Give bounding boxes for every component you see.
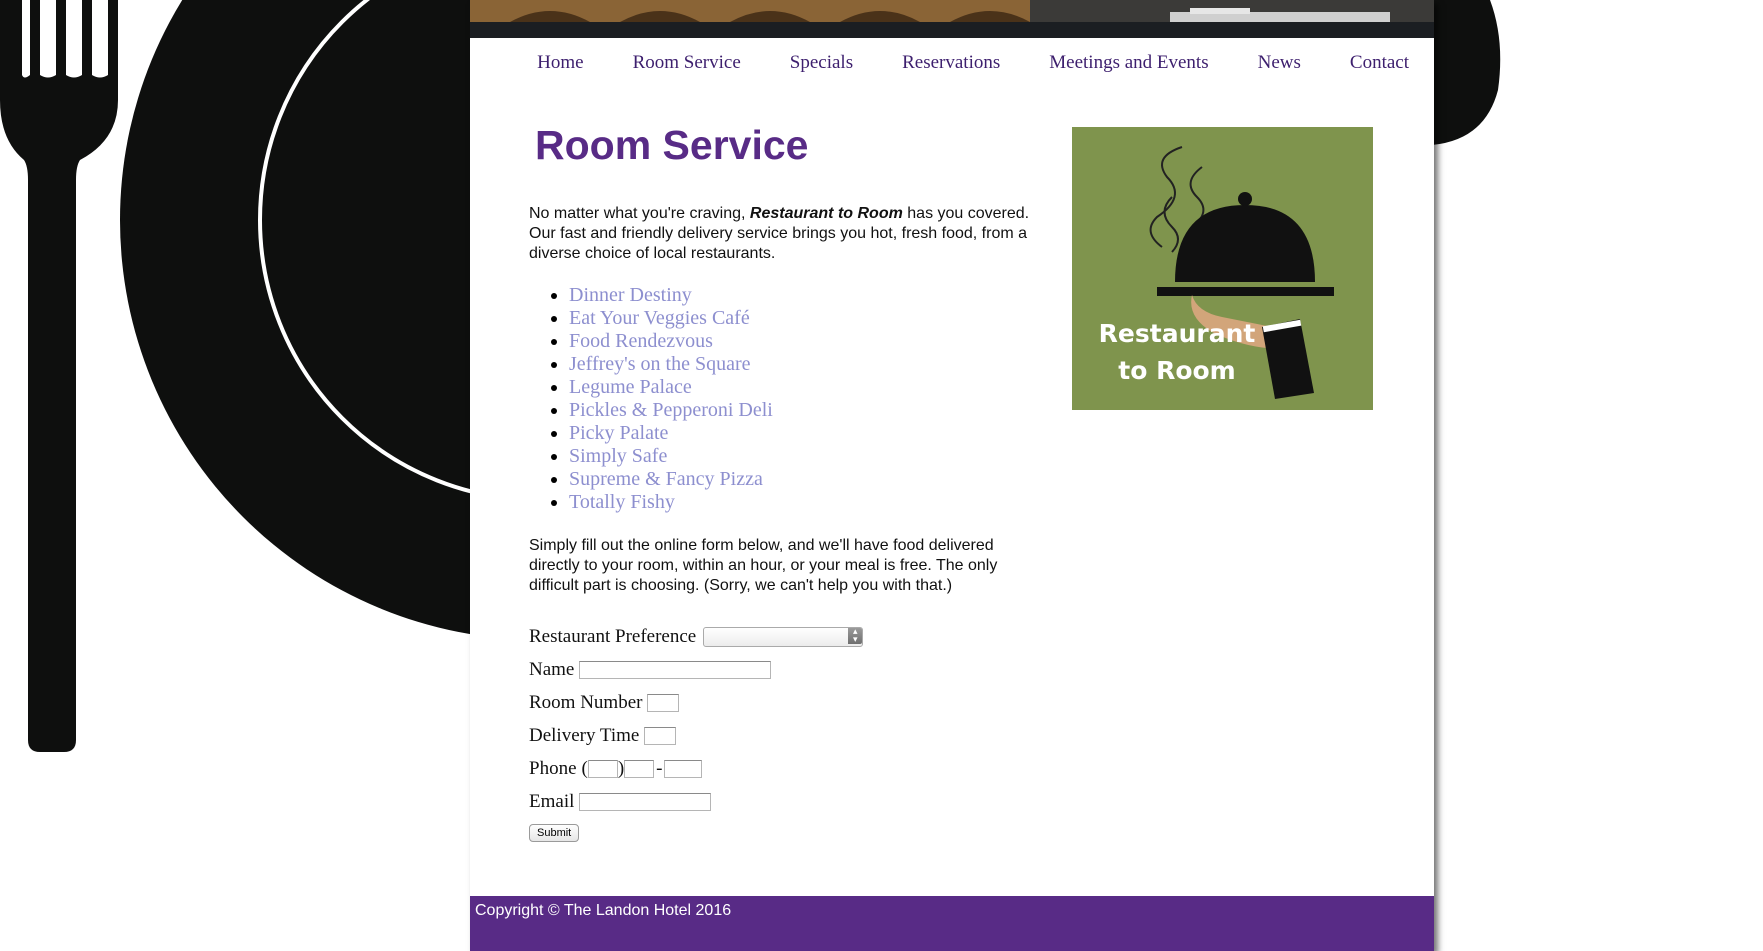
nav-home[interactable]: Home [537, 52, 583, 74]
knife-icon [1430, 0, 1501, 750]
page-container: Home Room Service Specials Reservations … [470, 0, 1434, 951]
restaurant-link-picky-palate[interactable]: Picky Palate [569, 422, 668, 444]
promo-line-2: to Room [1118, 356, 1236, 385]
list-item: Eat Your Veggies Café [569, 307, 773, 330]
form-row-room: Room Number [529, 686, 1029, 719]
nav-reservations[interactable]: Reservations [902, 52, 1000, 74]
form-row-phone: Phone ( ) - [529, 752, 1029, 785]
restaurant-link-supreme-fancy-pizza[interactable]: Supreme & Fancy Pizza [569, 468, 763, 490]
room-number-input[interactable] [647, 693, 680, 712]
main-nav: Home Room Service Specials Reservations … [470, 38, 1434, 88]
form-row-name: Name [529, 653, 1029, 686]
restaurant-link-legume-palace[interactable]: Legume Palace [569, 376, 692, 398]
restaurant-link-jeffreys[interactable]: Jeffrey's on the Square [569, 353, 751, 375]
page-title: Room Service [535, 122, 809, 168]
restaurant-link-pickles-pepperoni[interactable]: Pickles & Pepperoni Deli [569, 399, 773, 421]
list-item: Simply Safe [569, 445, 773, 468]
phone-label: Phone [529, 757, 577, 779]
form-row-time: Delivery Time [529, 719, 1029, 752]
list-item: Picky Palate [569, 422, 773, 445]
brand-emphasis: Restaurant to Room [749, 205, 903, 222]
promo-caption: Restaurant to Room [1072, 315, 1282, 389]
room-number-label: Room Number [529, 691, 643, 713]
restaurant-link-dinner-destiny[interactable]: Dinner Destiny [569, 284, 692, 306]
phone-dash: - [656, 757, 663, 779]
restaurant-list: Dinner Destiny Eat Your Veggies Café Foo… [529, 284, 773, 514]
form-row-email: Email [529, 785, 1029, 818]
select-arrows-icon: ▴ ▾ [848, 627, 863, 644]
delivery-time-label: Delivery Time [529, 724, 640, 746]
list-item: Food Rendezvous [569, 330, 773, 353]
restaurant-link-eat-your-veggies[interactable]: Eat Your Veggies Café [569, 307, 750, 329]
list-item: Dinner Destiny [569, 284, 773, 307]
nav-specials[interactable]: Specials [790, 52, 853, 74]
name-label: Name [529, 658, 575, 680]
header-banner-photo [470, 0, 1434, 38]
restaurant-link-food-rendezvous[interactable]: Food Rendezvous [569, 330, 713, 352]
list-item: Supreme & Fancy Pizza [569, 468, 773, 491]
restaurant-link-totally-fishy[interactable]: Totally Fishy [569, 491, 675, 513]
form-row-restaurant: Restaurant Preference ▴ ▾ [529, 620, 1029, 653]
email-input[interactable] [579, 792, 712, 811]
fork-icon [0, 0, 118, 752]
submit-button[interactable]: Submit [529, 824, 580, 842]
footer: Copyright © The Landon Hotel 2016 [470, 896, 1434, 951]
nav-news[interactable]: News [1258, 52, 1301, 74]
list-item: Legume Palace [569, 376, 773, 399]
phone-area-code-input[interactable] [587, 759, 618, 778]
name-input[interactable] [579, 660, 772, 679]
nav-meetings-and-events[interactable]: Meetings and Events [1049, 52, 1208, 74]
delivery-time-input[interactable] [644, 726, 677, 745]
nav-room-service[interactable]: Room Service [633, 52, 741, 74]
phone-prefix-input[interactable] [624, 759, 655, 778]
room-service-form: Restaurant Preference ▴ ▾ Name Room Numbe… [529, 620, 1029, 842]
list-item: Pickles & Pepperoni Deli [569, 399, 773, 422]
restaurant-preference-label: Restaurant Preference [529, 625, 697, 647]
email-label: Email [529, 790, 575, 812]
nav-contact[interactable]: Contact [1350, 52, 1409, 74]
list-item: Jeffrey's on the Square [569, 353, 773, 376]
instructions-paragraph: Simply fill out the online form below, a… [529, 537, 998, 594]
intro-paragraph: No matter what you're craving, Restauran… [529, 204, 1039, 264]
phone-line-input[interactable] [664, 759, 703, 778]
intro-text-start: No matter what you're craving, [529, 205, 750, 222]
copyright-text: Copyright © The Landon Hotel 2016 [475, 902, 732, 919]
restaurant-to-room-promo: Restaurant to Room [1072, 127, 1373, 410]
list-item: Totally Fishy [569, 491, 773, 514]
promo-line-1: Restaurant [1098, 319, 1256, 348]
restaurant-preference-select[interactable]: ▴ ▾ [703, 626, 864, 647]
restaurant-link-simply-safe[interactable]: Simply Safe [569, 445, 667, 467]
